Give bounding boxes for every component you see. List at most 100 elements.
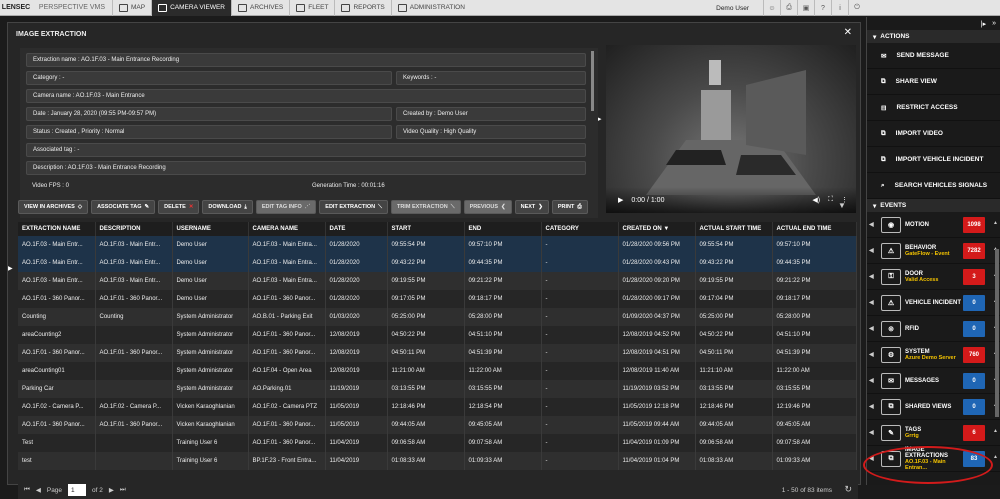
delete-button[interactable]: DELETE ✕ (158, 200, 200, 214)
page-input[interactable]: 1 (68, 484, 87, 496)
action-share-view[interactable]: ⧉ SHARE VIEW (867, 69, 1000, 95)
video-player[interactable]: ▶ 0:00 / 1:00 ◀) ⛶ ⋮ (606, 45, 856, 213)
filter-icon[interactable]: ▼ (838, 201, 846, 210)
column-header[interactable]: CREATED ON ▼ (618, 222, 696, 236)
print-button[interactable]: PRINT ⎙ (551, 200, 588, 214)
event-count-badge[interactable]: 0 (963, 373, 985, 389)
table-row[interactable]: AO.1F.01 - 360 Panor... AO.1F.01 - 360 Pa… (18, 290, 857, 308)
action-search-vehicles-signals[interactable]: ⌕ SEARCH VEHICLES SIGNALS (867, 173, 1000, 199)
table-row[interactable]: AO.1F.03 - Main Entr... AO.1F.03 - Main E… (18, 254, 857, 272)
previous-button[interactable]: PREVIOUS ❮ (463, 200, 512, 214)
event-item-shared-views[interactable]: ◀⧉SHARED VIEWS0▲ (867, 394, 1000, 420)
next-page-icon[interactable]: ▶ (109, 486, 114, 494)
refresh-icon[interactable]: ↻ (844, 484, 852, 495)
next-button[interactable]: NEXT ❯ (514, 200, 549, 214)
event-caret-icon[interactable]: ▲ (993, 454, 998, 460)
event-item-motion[interactable]: ◀ ◉ MOTION 1098 ▲ (867, 212, 1000, 238)
expand-arrow-icon[interactable]: ◀ (869, 299, 877, 306)
column-header[interactable]: CAMERA NAME (248, 222, 326, 236)
column-header[interactable]: ACTUAL END TIME (772, 222, 857, 236)
edit-tag-info-button[interactable]: EDIT TAG INFO ⋰ (255, 200, 317, 214)
tab-camera-viewer[interactable]: CAMERA VIEWER (151, 0, 231, 16)
tab-archives[interactable]: ARCHIVES (231, 0, 289, 16)
last-page-icon[interactable]: ⏭ (120, 486, 126, 494)
expand-arrow-icon[interactable]: ◀ (869, 403, 877, 410)
double-chevron-icon[interactable]: » (992, 20, 996, 27)
associate-tag-button[interactable]: ASSOCIATE TAG ✎ (91, 200, 156, 214)
info-icon[interactable]: i (831, 0, 848, 16)
column-header[interactable]: ACTUAL START TIME (695, 222, 773, 236)
panel-collapse-icon[interactable]: |▸ (981, 20, 986, 28)
expand-arrow-icon[interactable]: ▸ (598, 115, 602, 123)
prev-page-icon[interactable]: ◀ (36, 486, 41, 494)
expand-arrow-icon[interactable]: ◀ (869, 221, 877, 228)
expand-arrow-icon[interactable]: ◀ (869, 273, 877, 280)
event-count-badge[interactable]: 7282 (963, 243, 985, 259)
column-header[interactable]: EXTRACTION NAME (18, 222, 96, 236)
table-row[interactable]: Parking Car System Administrator AO.Parkin… (18, 380, 857, 398)
logout-icon[interactable]: ⏻ (848, 0, 865, 16)
view-in-archives-button[interactable]: VIEW IN ARCHIVES ◇ (18, 200, 89, 214)
lock-icon[interactable]: ▣ (797, 0, 814, 16)
help-icon[interactable]: ? (814, 0, 831, 16)
column-header[interactable]: START (387, 222, 465, 236)
table-cell: AO.1F.01 - 360 Panor... (248, 416, 326, 434)
action-send-message[interactable]: ✉ SEND MESSAGE (867, 43, 1000, 69)
event-item-tags[interactable]: ◀ ✎ TAGS Grrtg 6 ▲ (867, 420, 1000, 446)
event-caret-icon[interactable]: ▲ (993, 220, 998, 226)
tab-administration[interactable]: ADMINISTRATION (390, 0, 471, 16)
table-row[interactable]: AO.1F.02 - Camera P... AO.1F.02 - Camera … (18, 398, 857, 416)
expand-arrow-icon[interactable]: ◀ (869, 247, 877, 254)
edit-extraction-button[interactable]: EDIT EXTRACTION ⟍ (319, 200, 388, 214)
table-row[interactable]: AO.1F.03 - Main Entr... AO.1F.03 - Main E… (18, 272, 857, 290)
table-row[interactable]: Counting Counting System Administrator AO.B… (18, 308, 857, 326)
event-count-badge[interactable]: 3 (963, 269, 985, 285)
event-count-badge[interactable]: 760 (963, 347, 985, 363)
table-row[interactable]: areaCounting01 System Administrator AO.1F.… (18, 362, 857, 380)
event-item-door[interactable]: ◀⚿DOORValid Access3▲ (867, 264, 1000, 290)
download-button[interactable]: DOWNLOAD ⤓ (202, 200, 253, 214)
username[interactable]: Demo User (716, 5, 749, 12)
column-header[interactable]: CATEGORY (541, 222, 619, 236)
table-row[interactable]: AO.1F.03 - Main Entr... AO.1F.03 - Main E… (18, 236, 857, 254)
event-count-badge[interactable]: 0 (963, 295, 985, 311)
event-count-badge[interactable]: 6 (963, 425, 985, 441)
action-restrict-access[interactable]: ⊟ RESTRICT ACCESS (867, 95, 1000, 121)
table-row[interactable]: AO.1F.01 - 360 Panor... AO.1F.01 - 360 Pa… (18, 416, 857, 434)
events-section-header[interactable]: ▾ EVENTS (867, 199, 1000, 212)
event-item-messages[interactable]: ◀✉MESSAGES0▲ (867, 368, 1000, 394)
column-header[interactable]: USERNAME (172, 222, 249, 236)
action-import-vehicle-incident[interactable]: ⧉ IMPORT VEHICLE INCIDENT (867, 147, 1000, 173)
event-count-badge[interactable]: 0 (963, 399, 985, 415)
expand-arrow-icon[interactable]: ◀ (869, 429, 877, 436)
table-row[interactable]: test Training User 6 BP.1F.23 - Front Entr… (18, 452, 857, 470)
tab-map[interactable]: MAP (112, 0, 151, 16)
tab-fleet[interactable]: FLEET (289, 0, 334, 16)
first-page-icon[interactable]: ⏮ (24, 486, 30, 494)
actions-section-header[interactable]: ▾ ACTIONS (867, 30, 1000, 43)
event-item-vehicle-incident[interactable]: ◀⚠VEHICLE INCIDENT0▲ (867, 290, 1000, 316)
column-header[interactable]: DESCRIPTION (95, 222, 173, 236)
event-item-behavior[interactable]: ◀⚠BEHAVIORGateFlow - Event7282▲ (867, 238, 1000, 264)
details-scrollbar[interactable] (591, 51, 594, 111)
column-header[interactable]: DATE (325, 222, 388, 236)
event-count-badge[interactable]: 0 (963, 321, 985, 337)
close-icon[interactable]: ✕ (844, 27, 852, 38)
table-row[interactable]: AO.1F.01 - 360 Panor... AO.1F.01 - 360 Pa… (18, 344, 857, 362)
user-icon[interactable]: ☺ (763, 0, 780, 16)
expand-arrow-icon[interactable]: ◀ (869, 377, 877, 384)
tab-reports[interactable]: REPORTS (334, 0, 390, 16)
table-row[interactable]: areaCounting2 System Administrator AO.1F.0… (18, 326, 857, 344)
event-item-system[interactable]: ◀⚙SYSTEMAzure Demo Server760▲ (867, 342, 1000, 368)
expand-arrow-icon[interactable]: ◀ (869, 325, 877, 332)
trim-extraction-button[interactable]: TRIM EXTRACTION ⟍ (390, 200, 461, 214)
event-count-badge[interactable]: 1098 (963, 217, 985, 233)
event-caret-icon[interactable]: ▲ (993, 428, 998, 434)
action-import-video[interactable]: ⧉ IMPORT VIDEO (867, 121, 1000, 147)
print-icon[interactable]: ⎙ (780, 0, 797, 16)
expand-arrow-icon[interactable]: ◀ (869, 351, 877, 358)
event-item-rfid[interactable]: ◀⊚RFID0▲ (867, 316, 1000, 342)
column-header[interactable]: END (464, 222, 542, 236)
events-scrollbar[interactable] (995, 249, 999, 417)
table-row[interactable]: Test Training User 6 AO.1F.01 - 360 Panor.… (18, 434, 857, 452)
